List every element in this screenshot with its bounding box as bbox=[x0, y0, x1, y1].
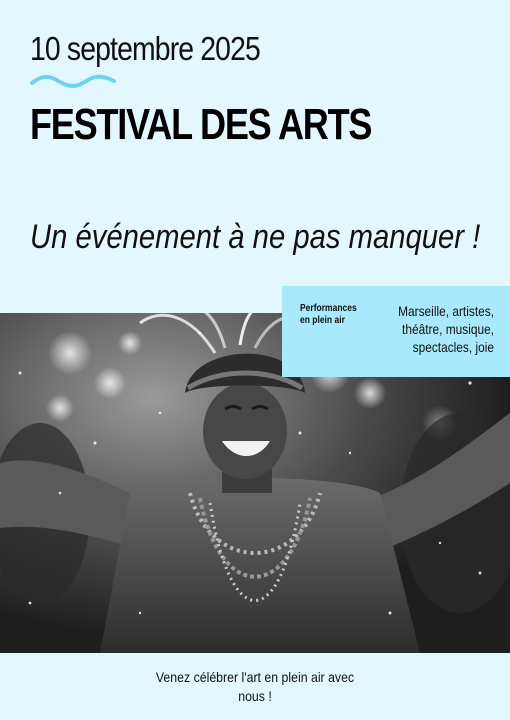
info-label: Performances en plein air bbox=[300, 303, 357, 326]
footer-text: Venez célébrer l'art en plein air avec n… bbox=[155, 669, 355, 704]
wave-decoration-icon bbox=[30, 74, 116, 88]
festival-poster: 10 septembre 2025 FESTIVAL DES ARTS Un é… bbox=[0, 0, 510, 720]
info-box: Performances en plein air Marseille, art… bbox=[282, 286, 510, 377]
tagline: Un événement à ne pas manquer ! bbox=[30, 218, 481, 256]
festival-title: FESTIVAL DES ARTS bbox=[30, 100, 373, 149]
info-keywords: Marseille, artistes, théâtre, musique, s… bbox=[398, 303, 494, 355]
event-date: 10 septembre 2025 bbox=[30, 30, 261, 67]
